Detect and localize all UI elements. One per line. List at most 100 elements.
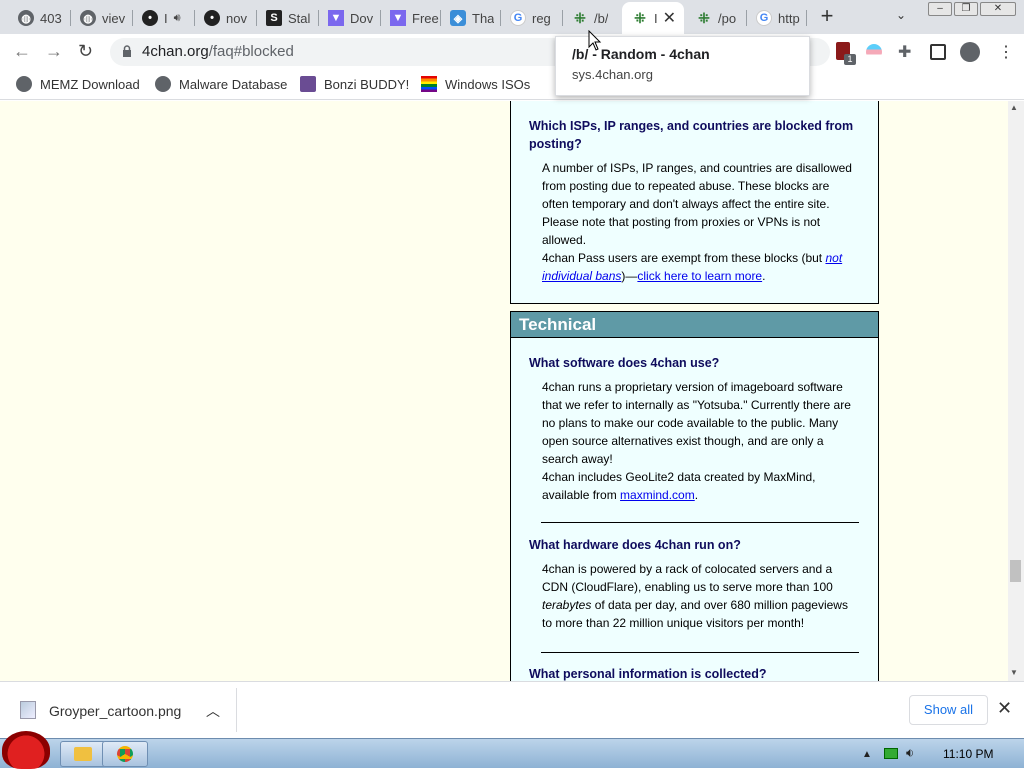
tab-title: Tha	[472, 10, 495, 26]
puzzle-extensions-icon[interactable]: ✚	[898, 42, 914, 61]
network-icon[interactable]	[884, 748, 898, 759]
tab-3[interactable]: • I 🔊︎	[132, 5, 192, 31]
show-all-button[interactable]: Show all	[909, 695, 988, 725]
text-span: .	[694, 488, 699, 502]
bookmark-memz[interactable]: MEMZ Download	[16, 76, 140, 92]
folder-icon	[74, 747, 92, 761]
clover-icon: ⁜	[574, 9, 586, 26]
tab-title: reg	[532, 10, 551, 26]
download-item[interactable]: Groyper_cartoon.png	[49, 703, 181, 719]
faq-answer: 4chan is powered by a rack of colocated …	[542, 560, 858, 632]
close-window-button[interactable]: ✕	[980, 2, 1016, 16]
text-span: 4chan is powered by a rack of colocated …	[542, 562, 833, 594]
forward-button[interactable]: →	[45, 42, 63, 60]
bookmark-label: Malware Database	[179, 76, 288, 92]
bookmark-label: Bonzi BUDDY!	[324, 76, 410, 92]
bookmark-bonzi-buddy[interactable]: Bonzi BUDDY!	[300, 76, 409, 92]
profile-avatar-icon[interactable]	[960, 42, 980, 62]
tab-7[interactable]: ▼ Free	[380, 5, 440, 31]
scrollbar-thumb[interactable]	[1010, 560, 1021, 582]
answer-text: 4chan runs a proprietary version of imag…	[542, 380, 851, 466]
clover-icon: ⁜	[698, 9, 710, 26]
tab-9[interactable]: Greg	[500, 5, 560, 31]
scroll-up-arrow-icon[interactable]: ▲	[1010, 103, 1018, 112]
tab-4[interactable]: • nov	[194, 5, 254, 31]
side-panel-icon[interactable]	[930, 44, 946, 60]
tab-title: 403	[40, 10, 62, 26]
taskbar-explorer-button[interactable]	[60, 741, 106, 767]
close-tab-icon[interactable]: ✕	[663, 8, 676, 28]
face-icon: •	[142, 10, 158, 26]
answer-pass-text: 4chan Pass users are exempt from these b…	[542, 249, 858, 285]
s-icon: S	[266, 10, 282, 26]
tab-8[interactable]: ◈ Tha	[440, 5, 500, 31]
windows-taskbar: ▲ 🔉︎ 11:10 PM	[0, 731, 1024, 769]
mouse-cursor-icon	[588, 30, 602, 51]
tab-title: nov	[226, 10, 247, 26]
lock-icon[interactable]	[122, 45, 132, 57]
kebab-menu-icon[interactable]: ⋮	[998, 42, 1014, 61]
text-span: 4chan Pass users are exempt from these b…	[542, 251, 826, 265]
volume-icon[interactable]: 🔉︎	[906, 745, 914, 761]
bookmark-label: MEMZ Download	[40, 76, 140, 92]
chevron-up-icon[interactable]: ︿	[206, 701, 220, 721]
divider	[236, 688, 237, 732]
faq-question: What hardware does 4chan run on?	[529, 538, 741, 552]
globe-icon: ◍	[80, 10, 96, 26]
learn-more-link[interactable]: click here to learn more	[637, 269, 762, 283]
back-button[interactable]: ←	[13, 42, 31, 60]
tab-title: /po	[718, 10, 737, 26]
tab-5[interactable]: S Stal	[256, 5, 316, 31]
tab-strip: ◍ 403 ◍ viev • I 🔊︎ • nov S Stal ▼ Dov ▼ Free ◈ T…	[0, 0, 1024, 34]
image-file-icon	[20, 701, 36, 719]
bookmark-malware-database[interactable]: Malware Database	[155, 76, 287, 92]
vertical-scrollbar[interactable]	[1008, 101, 1024, 681]
minimize-button[interactable]: –	[928, 2, 952, 16]
rainbow-flag-icon	[421, 76, 437, 92]
tab-title: I	[654, 10, 658, 26]
globe-icon: ◍	[18, 10, 34, 26]
tray-chevron-icon[interactable]: ▲	[862, 749, 872, 760]
tab-11-active[interactable]: ⁜ I ✕	[622, 2, 684, 34]
faq-question: Which ISPs, IP ranges, and countries are…	[529, 119, 854, 151]
reload-button[interactable]: ↻	[78, 42, 93, 60]
scroll-down-arrow-icon[interactable]: ▼	[1010, 668, 1018, 677]
url-text[interactable]: 4chan.org/faq#blocked	[142, 43, 294, 60]
system-clock[interactable]: 11:10 PM	[943, 747, 993, 761]
face-icon: •	[204, 10, 220, 26]
chrome-icon	[117, 746, 133, 762]
tab-12[interactable]: ⁜ /po	[686, 5, 746, 31]
tab-title: I	[164, 10, 168, 26]
angry-bird-start-icon[interactable]	[2, 731, 50, 769]
tab-6[interactable]: ▼ Dov	[318, 5, 378, 31]
new-tab-button[interactable]: +	[816, 5, 838, 29]
tab-title: /b/	[594, 10, 609, 26]
hover-card-url: sys.4chan.org	[572, 67, 653, 82]
pride-extension-icon[interactable]	[866, 44, 882, 60]
close-download-shelf-icon[interactable]: ✕	[997, 698, 1012, 719]
google-icon: G	[510, 10, 526, 26]
tab-13[interactable]: Ghttp	[746, 5, 806, 31]
taskbar-chrome-button[interactable]	[102, 741, 148, 767]
maxmind-link[interactable]: maxmind.com	[620, 488, 695, 502]
bookmark-label: Windows ISOs	[445, 76, 531, 92]
tab-10[interactable]: ⁜ /b/	[562, 5, 622, 31]
page-content: Which ISPs, IP ranges, and countries are…	[0, 101, 1008, 681]
globe-icon	[16, 76, 32, 92]
bookmark-windows-isos[interactable]: Windows ISOs	[421, 76, 530, 92]
speaker-icon[interactable]: 🔊︎	[174, 12, 181, 25]
text-span: )—	[621, 269, 638, 283]
faq-question: What personal information is collected?	[529, 667, 767, 681]
faq-question: What software does 4chan use?	[529, 356, 720, 370]
globe-icon	[155, 76, 171, 92]
answer-text: A number of ISPs, IP ranges, and countri…	[542, 161, 852, 247]
answer-geolite-text: 4chan includes GeoLite2 data created by …	[542, 468, 858, 504]
extension-badge: 1	[844, 54, 856, 65]
restore-button[interactable]: ❐	[954, 2, 978, 16]
tab-search-chevron-icon[interactable]: ⌄	[896, 8, 906, 22]
faq-answer: 4chan runs a proprietary version of imag…	[542, 378, 858, 504]
browser-toolbar: ← → ↻ 4chan.org/faq#blocked 1 ✚ ⋮	[0, 34, 1024, 70]
tab-1[interactable]: ◍ 403	[8, 5, 68, 31]
tab-2[interactable]: ◍ viev	[70, 5, 130, 31]
tab-title: Stal	[288, 10, 311, 26]
